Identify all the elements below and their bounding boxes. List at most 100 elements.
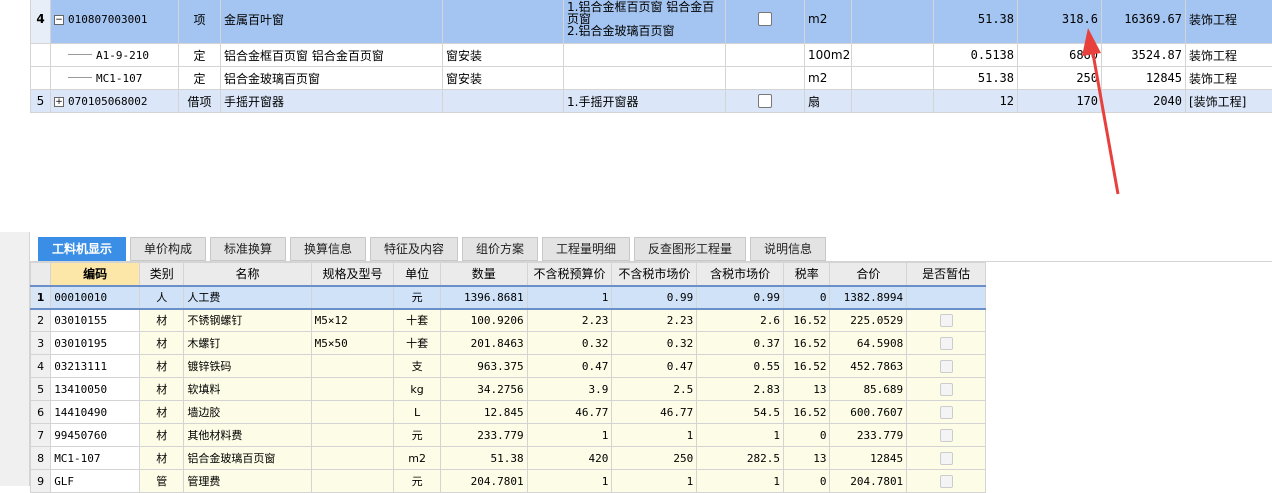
item-blank xyxy=(852,44,934,67)
item-checkbox-cell xyxy=(726,44,805,67)
provisional-estimate-cell[interactable] xyxy=(907,401,986,424)
provisional-estimate-cell[interactable] xyxy=(907,355,986,378)
provisional-estimate-cell[interactable] xyxy=(907,286,986,309)
resource-qty: 100.9206 xyxy=(440,309,527,332)
item-price: 250 xyxy=(1018,67,1102,90)
provisional-estimate-cell[interactable] xyxy=(907,378,986,401)
resource-tax-market-price: 1 xyxy=(697,470,784,493)
table-row[interactable]: 513410050材软填料kg34.27563.92.52.831385.689 xyxy=(31,378,986,401)
resource-qty: 963.375 xyxy=(440,355,527,378)
column-header[interactable]: 不含税预算价 xyxy=(527,263,612,286)
column-header[interactable]: 规格及型号 xyxy=(311,263,394,286)
checkbox[interactable] xyxy=(940,383,953,396)
resource-code[interactable]: 00010010 xyxy=(51,286,140,309)
provisional-estimate-cell[interactable] xyxy=(907,332,986,355)
resource-category: 材 xyxy=(140,378,184,401)
resource-qty: 204.7801 xyxy=(440,470,527,493)
resource-market-price: 46.77 xyxy=(612,401,697,424)
resource-code[interactable]: 03010155 xyxy=(51,309,140,332)
provisional-estimate-cell[interactable] xyxy=(907,309,986,332)
resource-table: 编码 类别 名称 规格及型号 单位 数量 不含税预算价 不含税市场价 含税市场价… xyxy=(30,262,986,493)
tab-reverse-lookup[interactable]: 反查图形工程量 xyxy=(634,237,746,261)
resource-code[interactable]: 14410490 xyxy=(51,401,140,424)
table-row[interactable]: 403213111材镀锌铁码支963.3750.470.470.5516.524… xyxy=(31,355,986,378)
table-row[interactable]: 203010155材不锈钢螺钉M5×12十套100.92062.232.232.… xyxy=(31,309,986,332)
resource-code[interactable]: 99450760 xyxy=(51,424,140,447)
column-header[interactable]: 名称 xyxy=(184,263,311,286)
column-header[interactable]: 是否暂估 xyxy=(907,263,986,286)
tab-unit-price[interactable]: 单价构成 xyxy=(130,237,206,261)
column-header[interactable]: 合价 xyxy=(830,263,907,286)
provisional-estimate-cell[interactable] xyxy=(907,447,986,470)
tab-pricing-plan[interactable]: 组价方案 xyxy=(462,237,538,261)
resource-name: 不锈钢螺钉 xyxy=(184,309,311,332)
column-header[interactable]: 类别 xyxy=(140,263,184,286)
provisional-estimate-cell[interactable] xyxy=(907,470,986,493)
table-row[interactable]: 8MC1-107材铝合金玻璃百页窗m251.38420250282.513128… xyxy=(31,447,986,470)
table-row[interactable]: 799450760材其他材料费元233.7791110233.779 xyxy=(31,424,986,447)
column-header[interactable]: 数量 xyxy=(440,263,527,286)
provisional-estimate-cell[interactable] xyxy=(907,424,986,447)
item-features: 1.铝合金框百页窗 铝合金百页窗2.铝合金玻璃百页窗 xyxy=(564,0,726,44)
checkbox[interactable] xyxy=(758,12,772,26)
tab-labor-material-machine[interactable]: 工料机显示 xyxy=(38,237,126,261)
resource-tax-rate: 16.52 xyxy=(784,309,830,332)
item-checkbox-cell[interactable] xyxy=(726,0,805,44)
expand-icon[interactable]: + xyxy=(54,97,64,107)
item-type: 定 xyxy=(179,67,221,90)
row-number: 2 xyxy=(31,309,51,332)
column-header[interactable]: 不含税市场价 xyxy=(612,263,697,286)
tab-description[interactable]: 说明信息 xyxy=(750,237,826,261)
item-price: 6860 xyxy=(1018,44,1102,67)
tab-quantity-detail[interactable]: 工程量明细 xyxy=(542,237,630,261)
table-row[interactable]: 614410490材墙边胶L12.84546.7746.7754.516.526… xyxy=(31,401,986,424)
table-row[interactable]: 4 −010807003001 项 金属百叶窗 1.铝合金框百页窗 铝合金百页窗… xyxy=(31,0,1272,44)
resource-amount: 64.5908 xyxy=(830,332,907,355)
row-number: 5 xyxy=(31,90,51,113)
resource-unit: m2 xyxy=(394,447,440,470)
table-row[interactable]: MC1-107 定 铝合金玻璃百页窗 窗安装 m2 51.38 250 1284… xyxy=(31,67,1272,90)
tab-features[interactable]: 特征及内容 xyxy=(370,237,458,261)
resource-tax-rate: 0 xyxy=(784,424,830,447)
resource-spec xyxy=(311,470,394,493)
checkbox[interactable] xyxy=(940,314,953,327)
table-row[interactable]: 100010010人人工费元1396.868110.990.9901382.89… xyxy=(31,286,986,309)
table-row[interactable]: 5 +070105068002 借项 手摇开窗器 1.手摇开窗器 扇 12 17… xyxy=(31,90,1272,113)
column-header[interactable]: 编码 xyxy=(51,263,140,286)
table-row[interactable]: A1-9-210 定 铝合金框百页窗 铝合金百页窗 窗安装 100m2 0.51… xyxy=(31,44,1272,67)
tab-standard-conversion[interactable]: 标准换算 xyxy=(210,237,286,261)
item-qty: 0.5138 xyxy=(934,44,1018,67)
resource-category: 材 xyxy=(140,424,184,447)
header-corner xyxy=(31,263,51,286)
resource-tax-rate: 0 xyxy=(784,470,830,493)
item-checkbox-cell[interactable] xyxy=(726,90,805,113)
checkbox[interactable] xyxy=(940,429,953,442)
item-name: 铝合金框百页窗 铝合金百页窗 xyxy=(221,44,443,67)
resource-code[interactable]: 13410050 xyxy=(51,378,140,401)
resource-code[interactable]: 03010195 xyxy=(51,332,140,355)
checkbox[interactable] xyxy=(940,406,953,419)
resource-code[interactable]: MC1-107 xyxy=(51,447,140,470)
item-code: +070105068002 xyxy=(51,90,179,113)
resource-spec: M5×12 xyxy=(311,309,394,332)
column-header[interactable]: 税率 xyxy=(784,263,830,286)
checkbox[interactable] xyxy=(940,337,953,350)
checkbox[interactable] xyxy=(940,360,953,373)
resource-tax-rate: 16.52 xyxy=(784,332,830,355)
resource-code[interactable]: GLF xyxy=(51,470,140,493)
table-row[interactable]: 303010195材木螺钉M5×50十套201.84630.320.320.37… xyxy=(31,332,986,355)
collapse-icon[interactable]: − xyxy=(54,15,64,25)
table-row[interactable]: 9GLF管管理费元204.78011110204.7801 xyxy=(31,470,986,493)
resource-code[interactable]: 03213111 xyxy=(51,355,140,378)
item-qty: 51.38 xyxy=(934,0,1018,44)
tab-conversion-info[interactable]: 换算信息 xyxy=(290,237,366,261)
resource-tax-market-price: 54.5 xyxy=(697,401,784,424)
resource-amount: 1382.8994 xyxy=(830,286,907,309)
column-header[interactable]: 含税市场价 xyxy=(697,263,784,286)
column-header[interactable]: 单位 xyxy=(394,263,440,286)
resource-name: 木螺钉 xyxy=(184,332,311,355)
resource-tax-market-price: 1 xyxy=(697,424,784,447)
checkbox[interactable] xyxy=(758,94,772,108)
checkbox[interactable] xyxy=(940,452,953,465)
resource-budget-price: 2.23 xyxy=(527,309,612,332)
